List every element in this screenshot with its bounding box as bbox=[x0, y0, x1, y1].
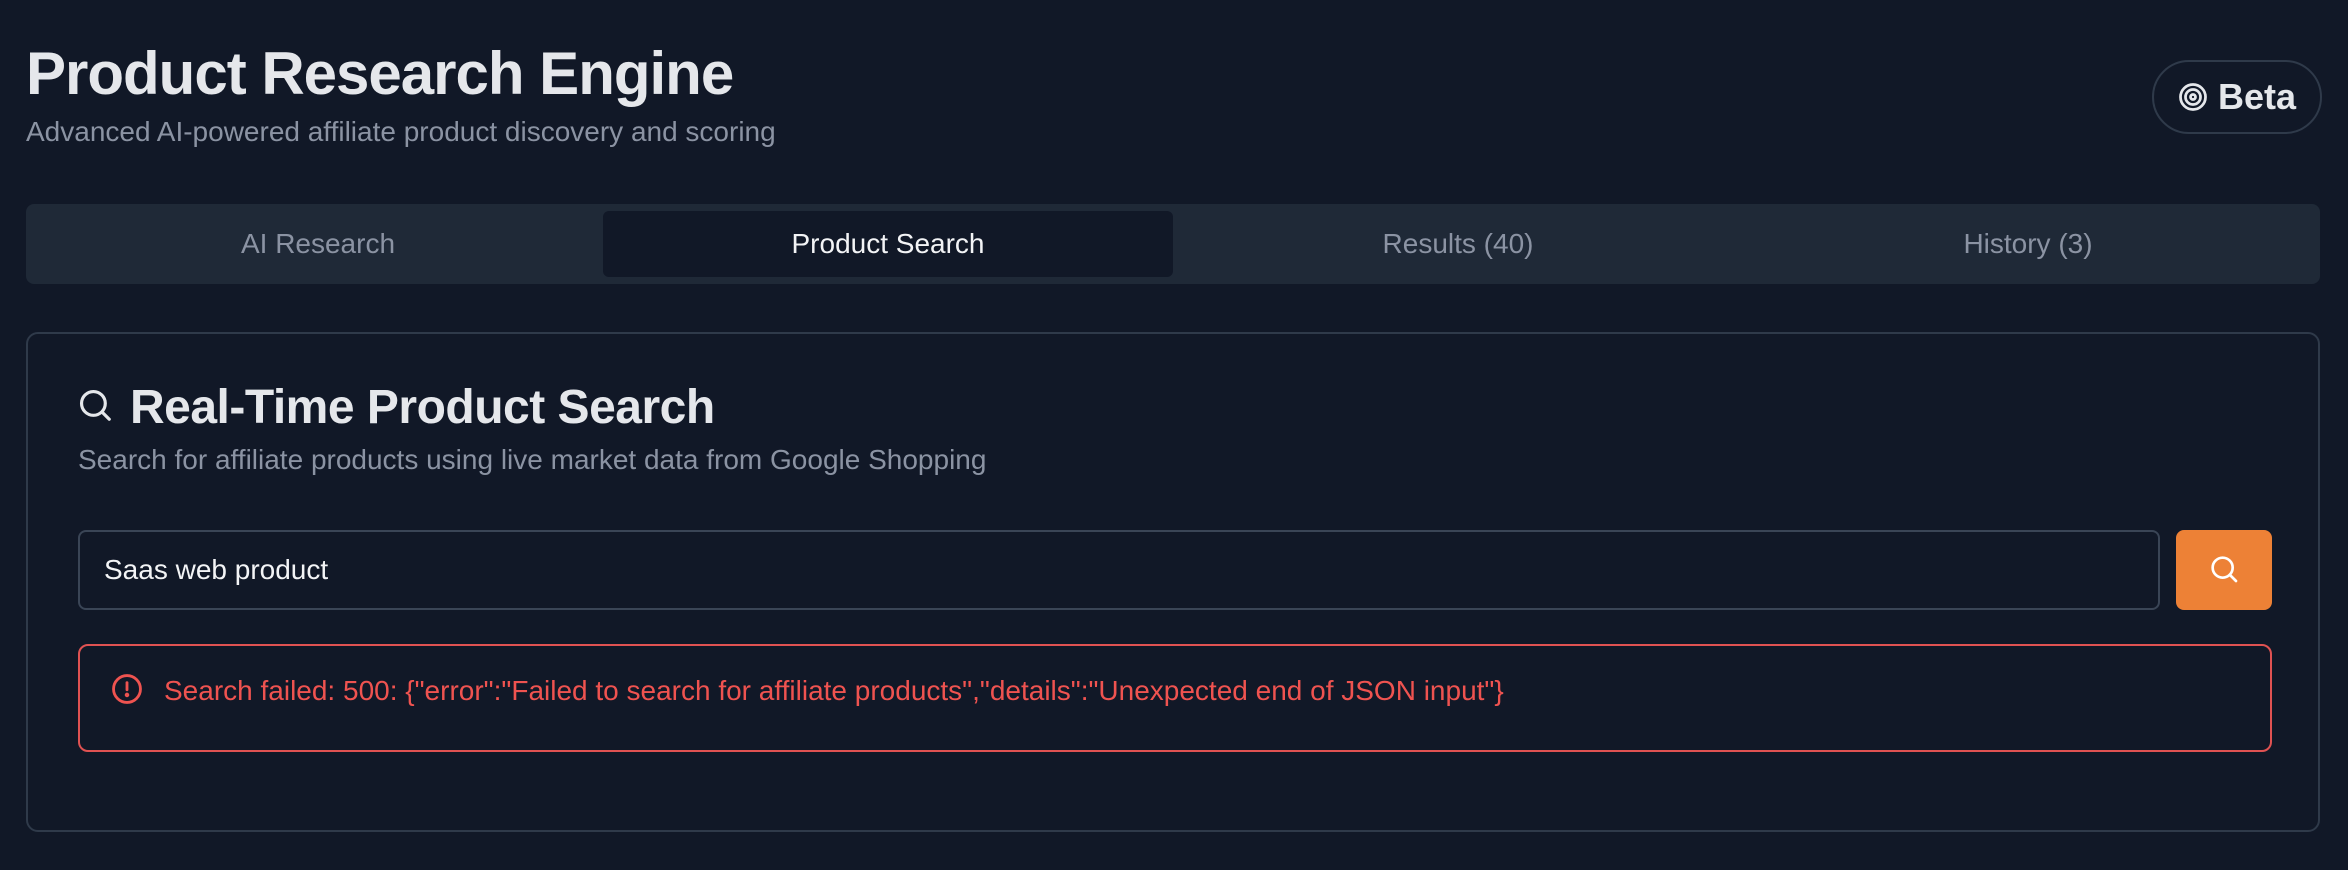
page-title: Product Research Engine bbox=[26, 40, 734, 107]
alert-circle-icon bbox=[110, 672, 144, 711]
error-message: Search failed: 500: {"error":"Failed to … bbox=[164, 675, 1504, 706]
search-button[interactable] bbox=[2176, 530, 2272, 610]
error-alert: Search failed: 500: {"error":"Failed to … bbox=[78, 644, 2272, 752]
beta-badge: Beta bbox=[2152, 60, 2322, 134]
page-subtitle: Advanced AI-powered affiliate product di… bbox=[26, 116, 776, 147]
tab-product-search[interactable]: Product Search bbox=[603, 211, 1173, 277]
search-input[interactable] bbox=[78, 530, 2160, 610]
tab-history[interactable]: History (3) bbox=[1743, 211, 2313, 277]
card-title: Real-Time Product Search bbox=[130, 381, 715, 434]
page-header: Product Research Engine Advanced AI-powe… bbox=[26, 36, 2322, 156]
beta-badge-label: Beta bbox=[2217, 76, 2297, 117]
search-icon bbox=[2208, 553, 2240, 588]
product-search-card: Real-Time Product Search Search for affi… bbox=[26, 332, 2320, 832]
card-header: Real-Time Product Search bbox=[76, 380, 715, 435]
target-icon bbox=[2178, 82, 2208, 112]
tab-ai-research[interactable]: AI Research bbox=[33, 211, 603, 277]
tab-bar: AI Research Product Search Results (40) … bbox=[26, 204, 2320, 284]
card-description: Search for affiliate products using live… bbox=[78, 444, 987, 475]
search-icon bbox=[76, 386, 114, 429]
tab-results[interactable]: Results (40) bbox=[1173, 211, 1743, 277]
